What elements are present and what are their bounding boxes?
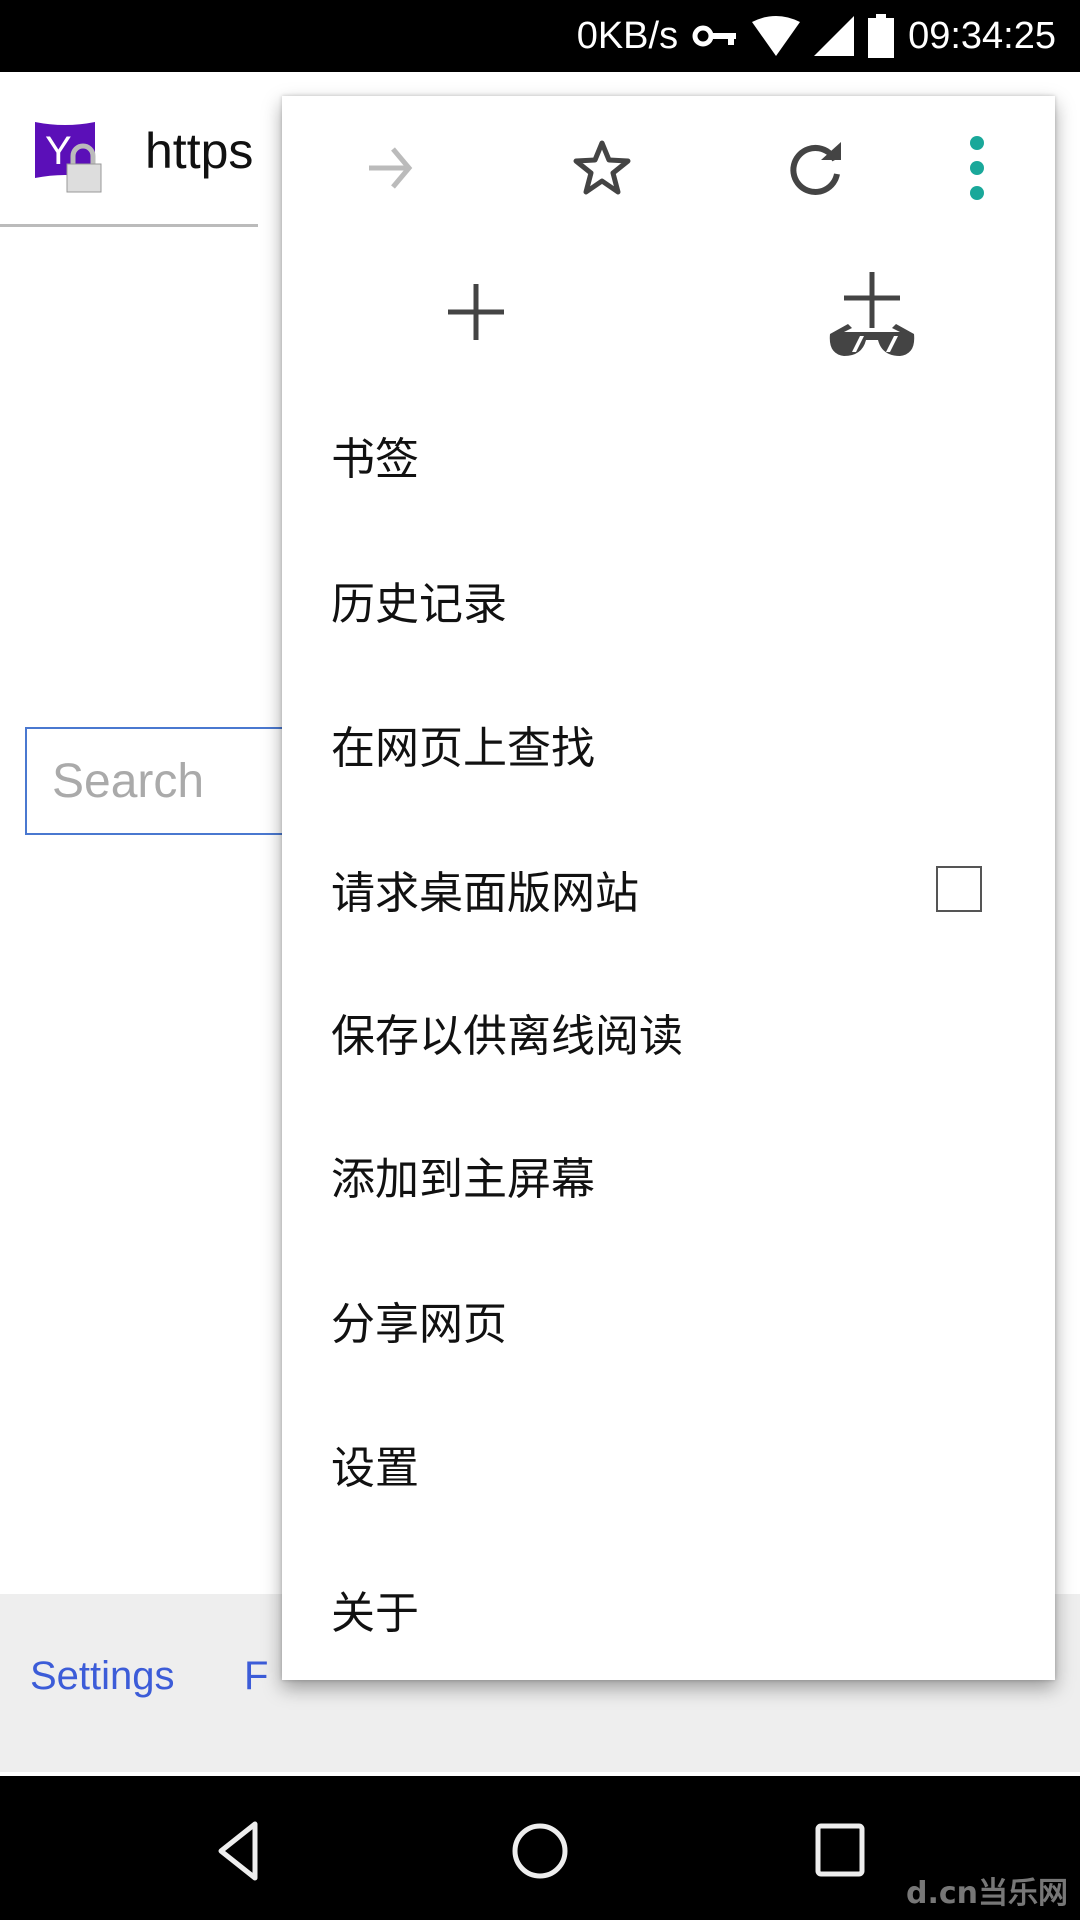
- menu-item-about[interactable]: 关于: [282, 1537, 1055, 1681]
- menu-item-bookmarks[interactable]: 书签: [282, 383, 1055, 527]
- menu-item-save-offline[interactable]: 保存以供离线阅读: [282, 960, 1055, 1104]
- footer-link[interactable]: F: [244, 1654, 268, 1699]
- menu-item-request-desktop-site[interactable]: 请求桌面版网站: [282, 817, 1055, 961]
- recents-icon[interactable]: [805, 1816, 875, 1886]
- watermark-logo: d.cn当乐网: [905, 1876, 1068, 1911]
- new-incognito-tab-button[interactable]: [822, 266, 922, 366]
- network-speed: 0KB/s: [576, 14, 679, 57]
- search-input[interactable]: Search: [25, 727, 325, 835]
- back-icon[interactable]: [205, 1816, 275, 1886]
- status-bar: 0KB/s 09:34:25: [0, 0, 1080, 72]
- menu-item-label: 在网页上查找: [331, 723, 595, 774]
- site-favicon-lock-icon: Y: [35, 122, 102, 193]
- battery-icon: [868, 14, 895, 58]
- reload-button[interactable]: [777, 128, 857, 208]
- new-incognito-tab-icon: [829, 272, 915, 356]
- reload-icon: [790, 142, 841, 195]
- menu-item-label: 设置: [331, 1443, 419, 1494]
- more-button[interactable]: [937, 128, 1017, 208]
- forward-icon: [369, 147, 413, 189]
- menu-item-find-in-page[interactable]: 在网页上查找: [282, 672, 1055, 816]
- menu-item-add-to-home-screen[interactable]: 添加到主屏幕: [282, 1103, 1055, 1247]
- signal-icon: [814, 16, 855, 56]
- new-tab-button[interactable]: [436, 272, 516, 352]
- vpn-key-icon: [692, 25, 737, 47]
- menu-item-label: 保存以供离线阅读: [331, 1011, 683, 1062]
- menu-item-label: 关于: [331, 1588, 419, 1639]
- menu-item-label: 分享网页: [331, 1299, 507, 1350]
- bookmark-button[interactable]: [562, 128, 642, 208]
- wifi-icon: [752, 16, 801, 56]
- menu-item-history[interactable]: 历史记录: [282, 528, 1055, 672]
- bookmark-star-icon: [573, 140, 631, 195]
- menu-item-label: 请求桌面版网站: [331, 868, 639, 919]
- overflow-menu: 书签 历史记录 在网页上查找 请求桌面版网站 保存以供离线阅读 添加到主屏幕 分…: [282, 96, 1055, 1680]
- url-text[interactable]: https: [145, 122, 253, 180]
- new-tab-icon: [448, 284, 504, 340]
- navigation-bar: d.cn当乐网: [0, 1776, 1080, 1920]
- forward-button[interactable]: [350, 128, 430, 208]
- menu-item-label: 添加到主屏幕: [331, 1154, 595, 1205]
- url-bar-divider: [0, 224, 258, 227]
- menu-item-label: 书签: [331, 434, 419, 485]
- desktop-site-checkbox[interactable]: [936, 866, 982, 912]
- settings-link[interactable]: Settings: [30, 1654, 175, 1699]
- menu-item-share[interactable]: 分享网页: [282, 1248, 1055, 1392]
- menu-item-settings[interactable]: 设置: [282, 1392, 1055, 1536]
- menu-item-label: 历史记录: [331, 579, 507, 630]
- more-vert-icon: [970, 136, 984, 200]
- home-icon[interactable]: [505, 1816, 575, 1886]
- clock: 09:34:25: [908, 14, 1056, 57]
